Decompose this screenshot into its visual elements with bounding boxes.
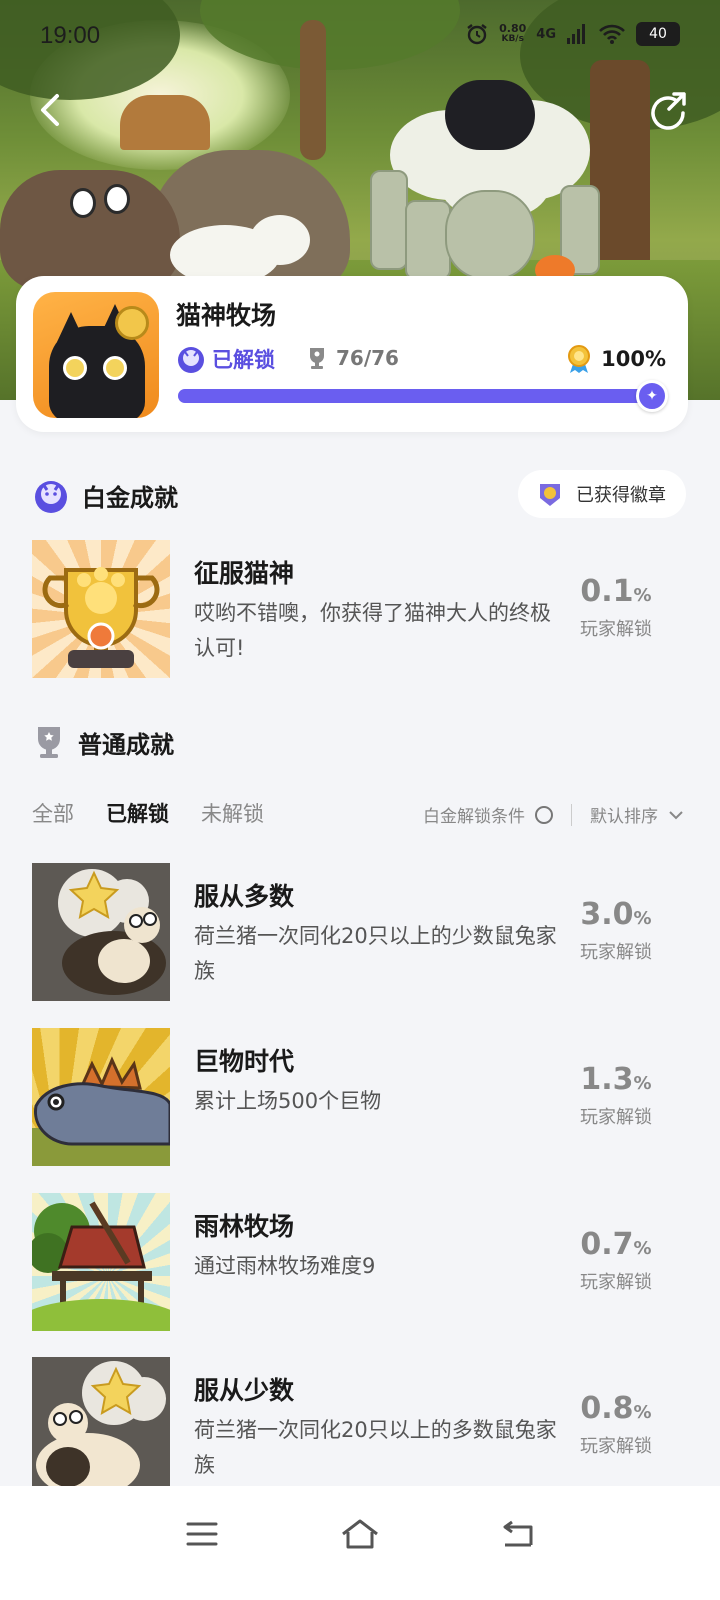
platinum-condition-radio[interactable] (535, 805, 553, 824)
unlock-rate: 1.3% 玩家解锁 (566, 1062, 666, 1129)
unlock-rate-label: 玩家解锁 (580, 1436, 652, 1457)
unlock-rate-unit: % (633, 1238, 652, 1259)
battery-level: 40 (636, 22, 680, 46)
unlock-rate-value: 0.7 (580, 1227, 634, 1262)
unlock-rate: 0.1% 玩家解锁 (566, 574, 666, 641)
achievement-name: 服从少数 (194, 1376, 295, 1405)
game-title: 猫神牧场 (176, 301, 277, 330)
normal-section-title: 普通成就 (78, 730, 174, 759)
achievement-name: 征服猫神 (194, 559, 295, 588)
unlock-rate-unit: % (633, 908, 652, 929)
home-button[interactable] (336, 1510, 384, 1558)
share-icon (651, 92, 686, 130)
achievement-desc: 通过雨林牧场难度9 (194, 1254, 376, 1278)
stegosaurus-image (32, 1028, 170, 1166)
signal-bars-icon (567, 24, 585, 44)
status-bar: 19:00 0.80 KB/s 4G 40 (0, 0, 720, 70)
unlock-rate-value: 3.0 (580, 897, 634, 932)
unlock-rate-unit: % (633, 585, 652, 606)
wifi-icon (599, 24, 625, 44)
rainforest-ranch-image (32, 1193, 170, 1331)
unlock-rate: 3.0% 玩家解锁 (566, 897, 666, 964)
progress-fill (178, 389, 662, 403)
tab-all[interactable]: 全部 (32, 798, 74, 828)
home-icon (342, 1519, 378, 1549)
platinum-section-header: 白金成就 (32, 476, 178, 514)
achievement-row[interactable]: 服从多数 荷兰猪一次同化20只以上的少数鼠兔家族 3.0% 玩家解锁 (32, 863, 688, 1003)
divider (571, 803, 572, 826)
achievement-desc: 荷兰猪一次同化20只以上的少数鼠兔家族 (194, 924, 557, 983)
back-button[interactable] (28, 88, 72, 132)
menu-button[interactable] (178, 1510, 226, 1558)
obtained-badge-button[interactable]: 已获得徽章 (518, 470, 686, 518)
net-unit: KB/s (501, 34, 524, 44)
trophy-paw-image (32, 540, 170, 678)
normal-section-header: 普通成就 (32, 724, 174, 760)
trophy-icon (38, 727, 60, 758)
achievement-row[interactable]: 服从少数 荷兰猪一次同化20只以上的多数鼠兔家族 0.8% 玩家解锁 (32, 1357, 688, 1497)
signal-type: 4G (536, 26, 556, 42)
obtained-badge-label: 已获得徽章 (576, 485, 666, 506)
game-app-icon (33, 292, 159, 418)
completion-value: 100% (601, 347, 666, 371)
achievement-desc: 累计上场500个巨物 (194, 1089, 382, 1113)
alarm-icon (467, 24, 487, 45)
unlock-rate-unit: % (633, 1073, 652, 1094)
guinea-pig-star-image (32, 863, 170, 1001)
achievement-name: 巨物时代 (194, 1047, 295, 1076)
game-summary-card: 猫神牧场 已解锁 76/76 100% ✦ (16, 276, 688, 432)
trophy-icon (310, 348, 324, 369)
platinum-section-title: 白金成就 (82, 483, 178, 512)
screen: 19:00 0.80 KB/s 4G 40 猫神牧场 已解锁 76/76 100… (0, 0, 720, 1600)
tab-locked[interactable]: 未解锁 (201, 798, 264, 828)
unlock-rate-unit: % (633, 1402, 652, 1423)
unlock-rate-value: 0.1 (580, 574, 634, 609)
completion-progress-bar: ✦ (178, 380, 668, 412)
guinea-pig-star-image (32, 1357, 170, 1495)
platinum-condition-toggle-label[interactable]: 白金解锁条件 (423, 802, 525, 827)
sort-dropdown[interactable]: 默认排序 (590, 802, 658, 827)
achievement-row[interactable]: 雨林牧场 通过雨林牧场难度9 0.7% 玩家解锁 (32, 1193, 688, 1333)
chevron-down-icon[interactable] (668, 809, 684, 821)
badge-icon (540, 484, 560, 506)
chevron-left-icon (41, 94, 59, 126)
filter-controls: 白金解锁条件 默认排序 (423, 802, 684, 827)
unlock-state: 已解锁 (176, 344, 275, 374)
unlock-rate-value: 0.8 (580, 1391, 634, 1426)
unlock-rate-value: 1.3 (580, 1062, 634, 1097)
trophy-count: 76/76 (306, 346, 399, 370)
tab-unlocked[interactable]: 已解锁 (106, 798, 169, 828)
unlock-rate: 0.7% 玩家解锁 (566, 1227, 666, 1294)
completion-percent: 100% (565, 344, 666, 374)
unlock-rate-label: 玩家解锁 (580, 619, 652, 640)
achievement-filter-tabs: 全部 已解锁 未解锁 (32, 798, 264, 828)
platinum-cat-icon (178, 347, 204, 373)
unlock-rate-label: 玩家解锁 (580, 1272, 652, 1293)
unlock-rate-label: 玩家解锁 (580, 1107, 652, 1128)
achievement-name: 服从多数 (194, 882, 295, 911)
platinum-cat-icon (35, 481, 67, 513)
net-speed: 0.80 (499, 22, 527, 35)
return-icon (503, 1520, 533, 1547)
achievement-desc: 哎哟不错噢，你获得了猫神大人的终极认可! (194, 601, 551, 660)
platinum-achievement-row[interactable]: 征服猫神 哎哟不错噢，你获得了猫神大人的终极认可! 0.1% 玩家解锁 (32, 540, 688, 680)
achievement-name: 雨林牧场 (194, 1212, 295, 1241)
unlock-rate: 0.8% 玩家解锁 (566, 1391, 666, 1458)
system-navigation-bar (0, 1486, 720, 1600)
trophy-count-value: 76/76 (336, 346, 399, 370)
status-time: 19:00 (40, 22, 101, 49)
unlock-state-label: 已解锁 (212, 348, 275, 372)
unlock-rate-label: 玩家解锁 (580, 942, 652, 963)
medal-icon (568, 345, 591, 373)
share-button[interactable] (646, 88, 690, 132)
menu-icon (186, 1522, 218, 1546)
achievement-row[interactable]: 巨物时代 累计上场500个巨物 1.3% 玩家解锁 (32, 1028, 688, 1168)
sparkle-icon: ✦ (636, 380, 668, 412)
achievement-desc: 荷兰猪一次同化20只以上的多数鼠兔家族 (194, 1418, 557, 1477)
back-nav-button[interactable] (494, 1510, 542, 1558)
